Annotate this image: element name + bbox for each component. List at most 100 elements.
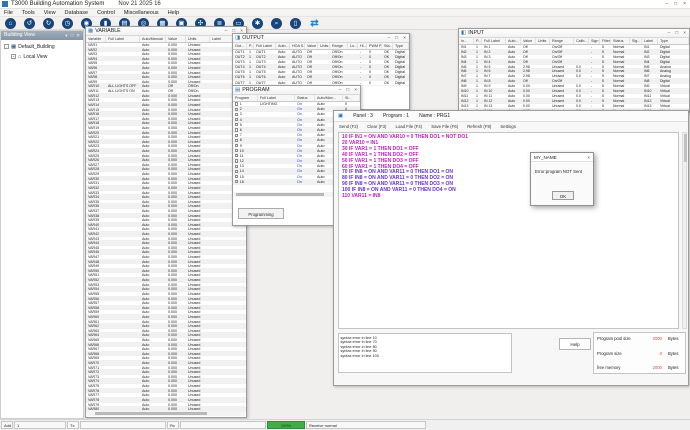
menu-item-miscellaneous[interactable]: Miscellaneous bbox=[124, 9, 159, 16]
program-grid-header[interactable]: ProgramFull LabelStatusAuto/Man...Si... bbox=[233, 95, 360, 102]
checkbox[interactable] bbox=[235, 170, 238, 173]
maximize-icon[interactable]: □ bbox=[395, 36, 398, 41]
column-header[interactable]: Range bbox=[330, 43, 348, 49]
column-header[interactable]: Value bbox=[521, 38, 536, 44]
column-header[interactable]: Full Label bbox=[258, 95, 295, 101]
menu-item-file[interactable]: File bbox=[4, 9, 13, 16]
checkbox[interactable] bbox=[235, 108, 238, 111]
menu-item-view[interactable]: View bbox=[44, 9, 56, 16]
column-header[interactable]: Value bbox=[166, 36, 186, 42]
column-header[interactable]: Sta... bbox=[382, 43, 393, 49]
minimize-icon[interactable]: – bbox=[388, 36, 391, 41]
column-header[interactable]: Type bbox=[393, 43, 409, 49]
column-header[interactable]: Units bbox=[318, 43, 330, 49]
mobile-device-icon[interactable]: ▯ bbox=[290, 18, 301, 29]
column-header[interactable]: Status bbox=[295, 95, 315, 101]
menu-item-control[interactable]: Control bbox=[97, 9, 115, 16]
column-header[interactable]: Si... bbox=[343, 95, 360, 101]
checkbox[interactable] bbox=[235, 118, 238, 121]
code-editor-area[interactable]: 10 IF IN1 = ON AND VAR10 = 0 THEN DO1 = … bbox=[338, 132, 679, 329]
editor-toolbar-refresh[interactable]: Refresh (F8) bbox=[467, 124, 491, 129]
checkbox[interactable] bbox=[235, 128, 238, 131]
minimize-icon[interactable]: – bbox=[665, 0, 668, 9]
ok-button[interactable]: OK bbox=[552, 191, 574, 200]
menu-item-tools[interactable]: Tools bbox=[22, 9, 35, 16]
editor-toolbar-load[interactable]: Load File (F4) bbox=[395, 124, 422, 129]
tree-expander[interactable]: - bbox=[4, 44, 9, 49]
tree-item-default_building[interactable]: -▦Default_Building bbox=[1, 43, 83, 50]
column-header[interactable]: Lo... bbox=[348, 43, 358, 49]
menu-item-database[interactable]: Database bbox=[65, 9, 89, 16]
column-header[interactable]: Label bbox=[642, 38, 658, 44]
close-icon[interactable]: × bbox=[354, 88, 357, 93]
checkbox[interactable] bbox=[235, 123, 238, 126]
column-header[interactable]: Variable bbox=[86, 36, 106, 42]
column-header[interactable]: PWM P... bbox=[367, 43, 382, 49]
programming-button[interactable]: Programming bbox=[238, 208, 284, 219]
horizontal-scrollbar[interactable] bbox=[87, 411, 245, 416]
checkbox[interactable] bbox=[235, 134, 238, 137]
program-window-titlebar[interactable]: ▤ PROGRAM – □ × bbox=[233, 86, 360, 95]
close-icon[interactable]: ✕ bbox=[76, 31, 80, 40]
chevron-down-icon[interactable]: ▾ bbox=[65, 31, 67, 40]
menu-item-help[interactable]: Help bbox=[168, 9, 179, 16]
input-grid-header[interactable]: In...P...Full LabelAuto...ValueUnitsRang… bbox=[459, 38, 689, 45]
checkbox[interactable] bbox=[235, 175, 238, 178]
checkbox[interactable] bbox=[235, 144, 238, 147]
close-icon[interactable]: × bbox=[587, 155, 590, 160]
maximize-icon[interactable]: □ bbox=[346, 88, 349, 93]
pin-icon[interactable]: □ bbox=[71, 31, 74, 40]
schedule-clock-icon[interactable]: ◷ bbox=[62, 18, 73, 29]
maximize-icon[interactable]: □ bbox=[675, 31, 678, 36]
column-header[interactable]: Units bbox=[536, 38, 550, 44]
help-button[interactable]: Help bbox=[559, 338, 591, 350]
input-window-titlebar[interactable]: ◧ INPUT – □ × bbox=[459, 29, 689, 38]
building-icon[interactable]: ⌂ bbox=[5, 18, 16, 29]
column-header[interactable]: In... bbox=[459, 38, 474, 44]
output-window-titlebar[interactable]: ◨ OUTPUT – □ × bbox=[233, 34, 409, 43]
editor-toolbar-save[interactable]: Save File (F6) bbox=[431, 124, 458, 129]
close-icon[interactable]: × bbox=[683, 0, 686, 9]
column-header[interactable]: Value bbox=[305, 43, 318, 49]
minimize-icon[interactable]: – bbox=[339, 88, 342, 93]
column-header[interactable]: Full Label bbox=[254, 43, 276, 49]
column-header[interactable]: Full Label bbox=[106, 36, 140, 42]
sync-icon[interactable]: ⇄ bbox=[309, 18, 320, 29]
checkbox[interactable] bbox=[235, 159, 238, 162]
column-header[interactable]: Auto/Manual bbox=[140, 36, 166, 42]
column-header[interactable]: P... bbox=[474, 38, 482, 44]
column-header[interactable]: Status bbox=[611, 38, 630, 44]
checkbox[interactable] bbox=[235, 102, 238, 105]
undo-icon[interactable]: ↺ bbox=[24, 18, 35, 29]
variable-grid-header[interactable]: VariableFull LabelAuto/ManualValueUnitsL… bbox=[86, 36, 246, 43]
column-header[interactable]: Out... bbox=[233, 43, 247, 49]
search-icon[interactable]: ⌕ bbox=[271, 18, 282, 29]
redo-icon[interactable]: ↻ bbox=[43, 18, 54, 29]
checkbox[interactable] bbox=[235, 180, 238, 183]
editor-toolbar-clear[interactable]: Clear (F3) bbox=[367, 124, 386, 129]
editor-toolbar-send[interactable]: Send (F2) bbox=[339, 124, 358, 129]
column-header[interactable]: Auto... bbox=[506, 38, 521, 44]
column-header[interactable]: Sign bbox=[589, 38, 600, 44]
checkbox[interactable] bbox=[235, 165, 238, 168]
checkbox[interactable] bbox=[235, 154, 238, 157]
dialog-titlebar[interactable]: MY_NAME × bbox=[531, 153, 593, 162]
vertical-scrollbar[interactable] bbox=[682, 132, 687, 329]
column-header[interactable]: HOA S... bbox=[290, 43, 305, 49]
minimize-icon[interactable]: – bbox=[225, 29, 228, 34]
column-header[interactable]: P... bbox=[247, 43, 254, 49]
close-icon[interactable]: × bbox=[403, 36, 406, 41]
gear-icon[interactable]: ✱ bbox=[252, 18, 263, 29]
minimize-icon[interactable]: – bbox=[668, 31, 671, 36]
checkbox[interactable] bbox=[235, 113, 238, 116]
column-header[interactable]: Units bbox=[186, 36, 210, 42]
close-icon[interactable]: × bbox=[683, 31, 686, 36]
column-header[interactable]: Calib... bbox=[574, 38, 589, 44]
column-header[interactable]: Auto/Man... bbox=[315, 95, 343, 101]
checkbox[interactable] bbox=[235, 139, 238, 142]
tree-expander[interactable]: + bbox=[11, 54, 16, 59]
column-header[interactable]: Program bbox=[233, 95, 258, 101]
column-header[interactable]: Filter bbox=[600, 38, 611, 44]
variable-window-titlebar[interactable]: ▦ VARIABLE – □ × bbox=[86, 27, 246, 36]
column-header[interactable]: Hi... bbox=[358, 43, 367, 49]
